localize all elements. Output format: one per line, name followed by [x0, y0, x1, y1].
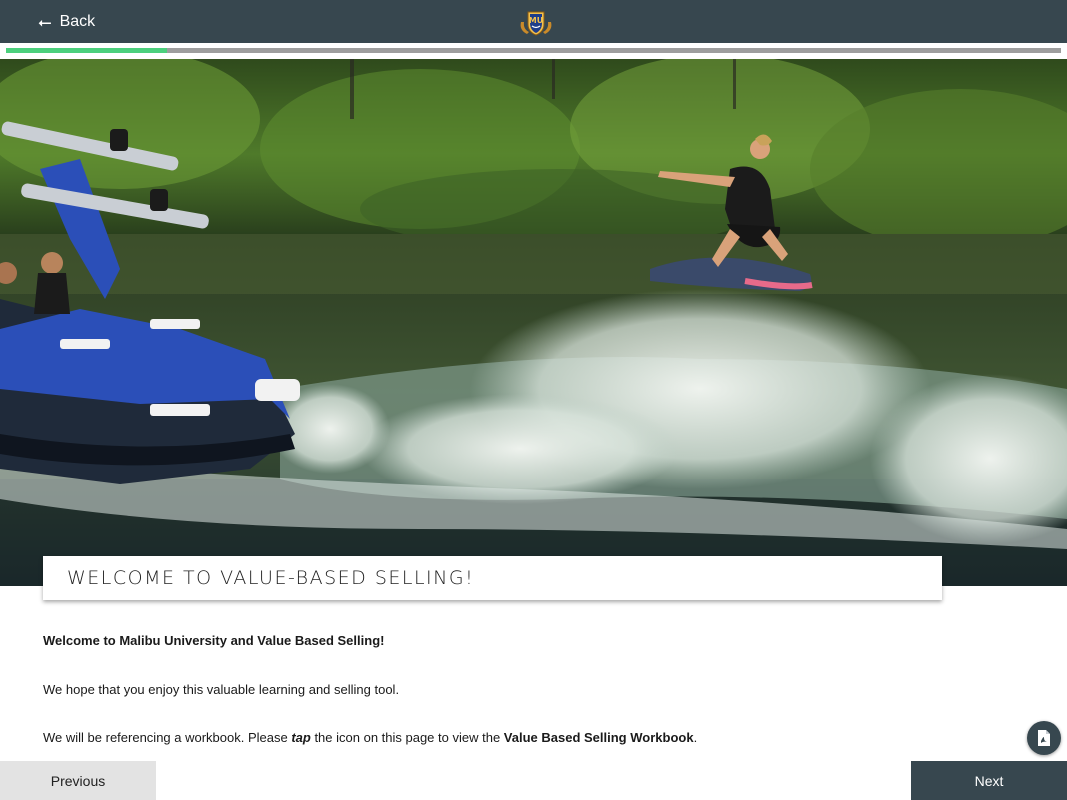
workbook-text-1: We will be referencing a workbook. Pleas…: [43, 730, 292, 745]
intro-paragraph: We hope that you enjoy this valuable lea…: [43, 682, 400, 697]
workbook-text-2: the icon on this page to view the: [310, 730, 504, 745]
next-button[interactable]: Next: [911, 761, 1067, 800]
hero-image: [0, 59, 1067, 586]
workbook-paragraph: We will be referencing a workbook. Pleas…: [43, 730, 697, 746]
lesson-progress-bar: [6, 48, 1061, 53]
back-button[interactable]: ⭠ Back: [38, 12, 95, 32]
workbook-text-3: .: [693, 730, 698, 745]
back-label: Back: [59, 13, 96, 30]
svg-text:MU: MU: [529, 16, 543, 25]
page-title-card: WELCOME TO VALUE-BASED SELLING!: [43, 556, 942, 600]
progress-fill: [6, 48, 168, 53]
tap-emphasis: tap: [291, 730, 311, 745]
pdf-document-icon: [1038, 730, 1050, 746]
pdf-workbook-button[interactable]: [1027, 721, 1061, 755]
page-title: WELCOME TO VALUE-BASED SELLING!: [67, 567, 475, 589]
wakesurf-photo: [0, 59, 1067, 586]
welcome-paragraph: Welcome to Malibu University and Value B…: [43, 633, 385, 648]
top-bar: ⭠ Back MU: [0, 0, 1067, 43]
arrow-left-icon: ⭠: [38, 12, 52, 32]
workbook-title: Value Based Selling Workbook: [503, 730, 694, 745]
previous-button[interactable]: Previous: [0, 761, 156, 800]
malibu-university-logo: MU: [520, 11, 552, 36]
